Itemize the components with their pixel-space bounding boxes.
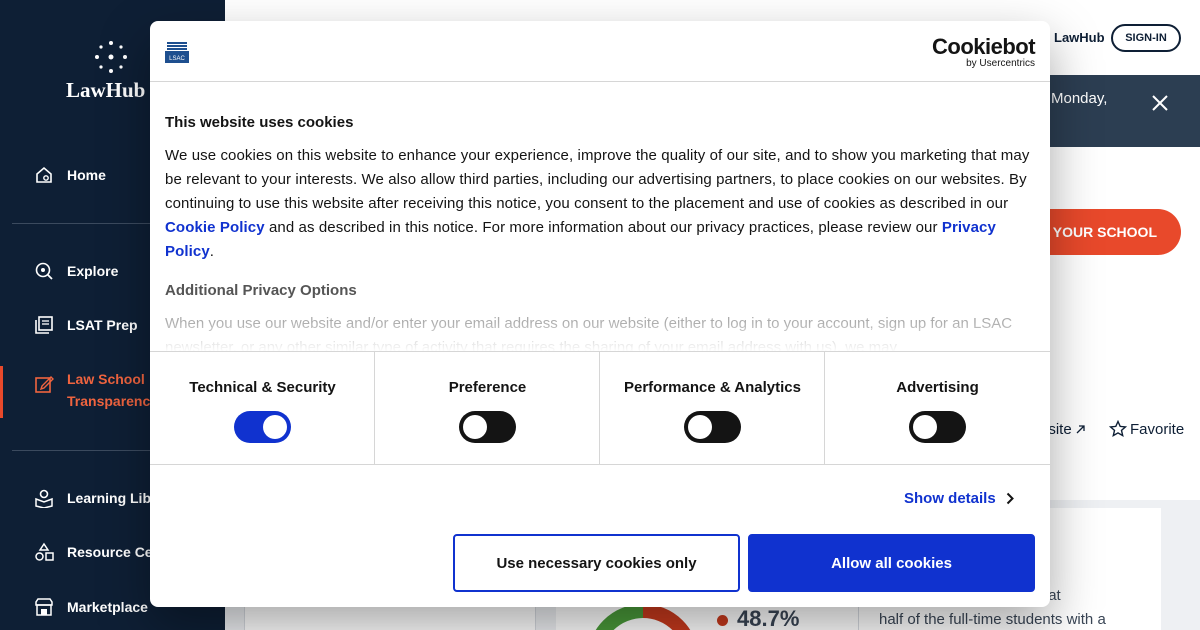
description-text: and as described in this notice. For mor…	[264, 219, 942, 236]
show-details-link[interactable]: Show details	[904, 490, 1014, 507]
description-text: We use cookies on this website to enhanc…	[165, 147, 1030, 212]
switch-knob	[463, 415, 487, 439]
toggle-advertising: Advertising	[825, 352, 1050, 464]
svg-text:LSAC: LSAC	[169, 56, 185, 62]
necessary-cookies-button[interactable]: Use necessary cookies only	[453, 534, 740, 592]
toggle-label: Performance & Analytics	[623, 379, 801, 396]
toggle-label: Advertising	[896, 379, 979, 396]
preference-switch[interactable]	[459, 411, 516, 443]
description-text: .	[209, 243, 215, 260]
scroll-fade	[165, 322, 1035, 352]
chevron-right-icon	[1006, 492, 1014, 505]
cookiebot-brand: Cookiebot	[932, 34, 1036, 59]
technical-security-switch[interactable]	[234, 411, 291, 443]
allow-all-cookies-button[interactable]: Allow all cookies	[748, 534, 1035, 592]
dialog-description: We use cookies on this website to enhanc…	[165, 144, 1035, 264]
cookiebot-by: by Usercentrics	[966, 58, 1035, 69]
cookie-consent-dialog: LSAC Cookiebot by Usercentrics This webs…	[150, 21, 1050, 607]
additional-options-title: Additional Privacy Options	[165, 282, 357, 299]
consent-toggles: Technical & Security Preference Performa…	[150, 351, 1050, 465]
toggle-label: Preference	[448, 379, 527, 396]
toggle-technical-security: Technical & Security	[150, 352, 375, 464]
dialog-header: LSAC Cookiebot by Usercentrics	[150, 21, 1050, 82]
toggle-preference: Preference	[375, 352, 600, 464]
toggle-label: Technical & Security	[189, 379, 336, 396]
toggle-performance-analytics: Performance & Analytics	[600, 352, 825, 464]
dialog-body: This website uses cookies We use cookies…	[165, 82, 1035, 352]
advertising-switch[interactable]	[909, 411, 966, 443]
lsac-logo-icon: LSAC	[165, 41, 189, 63]
performance-analytics-switch[interactable]	[684, 411, 741, 443]
cookiebot-logo[interactable]: Cookiebot by Usercentrics	[932, 34, 1036, 69]
show-details-label: Show details	[904, 490, 996, 507]
switch-knob	[688, 415, 712, 439]
dialog-title: This website uses cookies	[165, 114, 354, 131]
switch-knob	[263, 415, 287, 439]
cookie-policy-link[interactable]: Cookie Policy	[165, 219, 265, 236]
switch-knob	[913, 415, 937, 439]
